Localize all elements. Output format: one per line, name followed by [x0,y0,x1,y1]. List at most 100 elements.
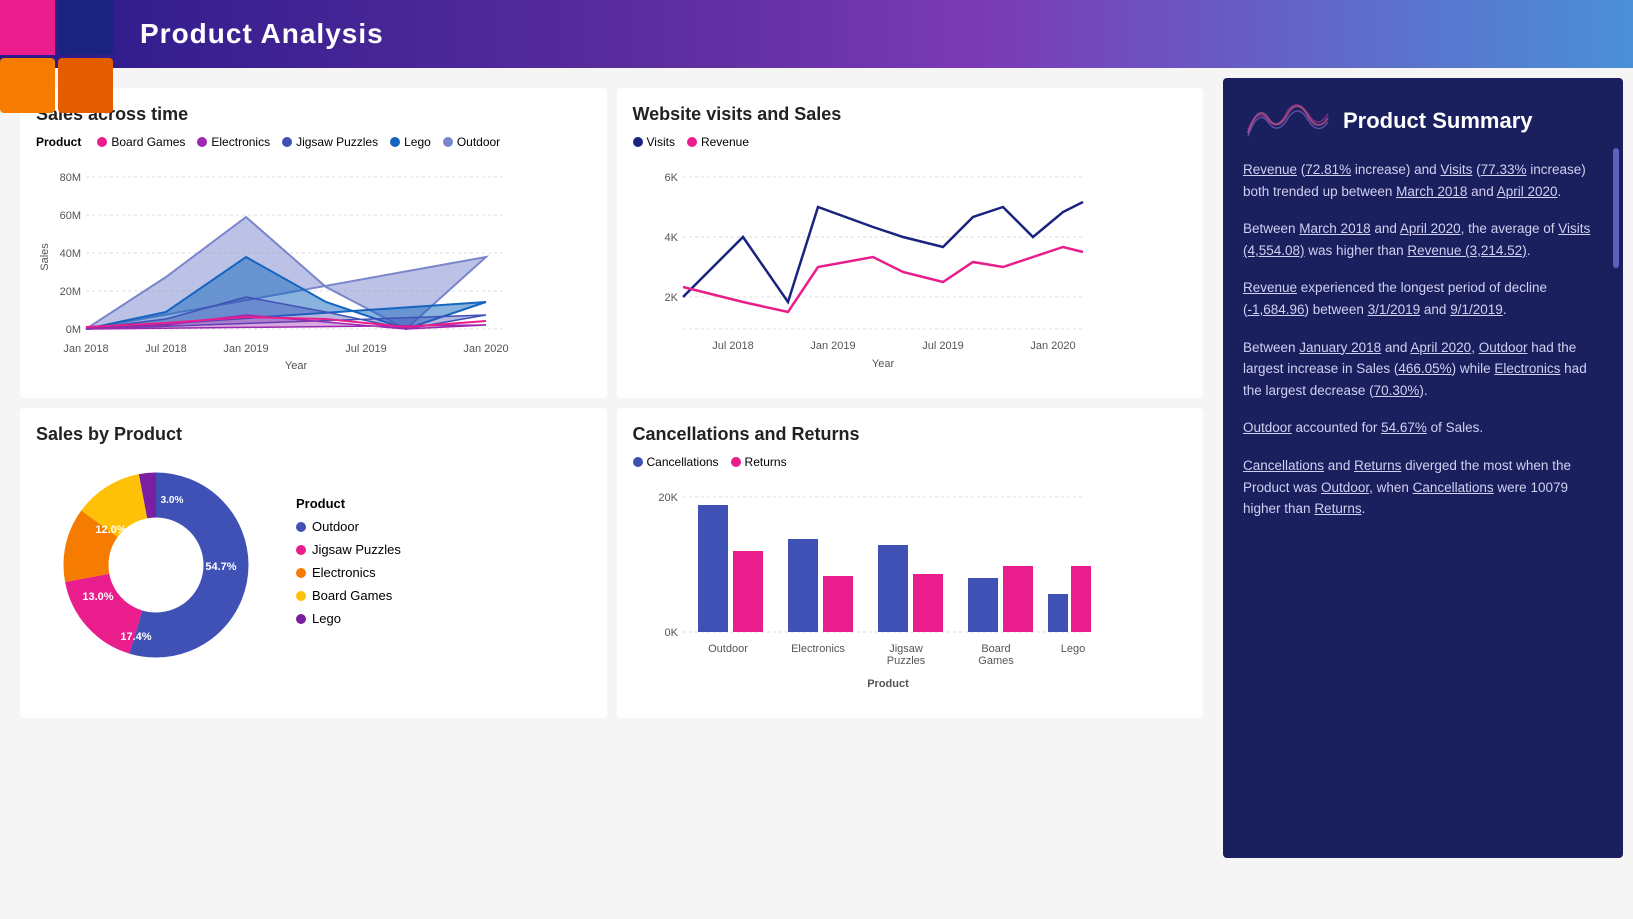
cancellations-text: Cancellations [1243,458,1324,473]
website-visits-title: Website visits and Sales [633,104,1188,125]
lego-label: Lego [404,135,431,149]
svg-text:Jan 2019: Jan 2019 [223,343,268,355]
svg-text:Jigsaw: Jigsaw [889,643,923,655]
svg-text:6K: 6K [664,172,678,184]
summary-header: Product Summary [1243,98,1603,143]
legend-product-label: Product [36,135,81,149]
legend-electronics-donut: Electronics [296,565,401,580]
main-content: Sales across time Product Board Games El… [0,68,1633,858]
svg-text:Product: Product [867,678,909,690]
sales-by-product-title: Sales by Product [36,424,591,445]
logo-orange2 [58,58,113,113]
jigsaw-donut-label: Jigsaw Puzzles [312,542,401,557]
legend-returns: Returns [731,455,787,469]
sales-across-time-section: Sales across time Product Board Games El… [20,88,607,398]
svg-text:Lego: Lego [1060,643,1084,655]
scrollbar-thumb[interactable] [1613,148,1619,268]
sales-legend: Product Board Games Electronics Jigsaw P… [36,135,591,149]
cancellations-legend: Cancellations Returns [633,455,1188,469]
board-games-donut-label: Board Games [312,588,392,603]
product-legend-title: Product [296,496,401,511]
page-title: Product Analysis [140,18,384,50]
lego-returns-bar [1071,566,1091,632]
returns-text2: Returns [1314,501,1361,516]
cancellations-title: Cancellations and Returns [633,424,1188,445]
donut-legend: Product Outdoor Jigsaw Puzzles Electroni… [296,496,401,634]
electronics-donut-dot [296,568,306,578]
diverge-val: 10079 [1530,480,1568,495]
charts-area: Sales across time Product Board Games El… [0,68,1223,858]
date-start: 3/1/2019 [1368,302,1421,317]
jigsaw-returns-bar [913,574,943,632]
lego-cancel-bar [1048,594,1068,632]
board-games-donut-dot [296,591,306,601]
svg-text:Sales: Sales [39,243,51,271]
electronics-cancel-bar [788,539,818,632]
revenue-pct: 72.81% [1305,162,1351,177]
svg-text:13.0%: 13.0% [82,591,113,603]
visits-pct: 77.33% [1481,162,1527,177]
summary-body: Revenue (72.81% increase) and Visits (77… [1243,159,1603,520]
summary-title-bold: Product [1343,108,1426,133]
revenue-decline: Revenue [1243,280,1297,295]
svg-text:Year: Year [871,358,894,370]
jigsaw-label: Jigsaw Puzzles [296,135,378,149]
revenue-dot [687,137,697,147]
donut-area: 54.7% 17.4% 13.0% 12.0% 3.0% Product Out… [36,455,591,675]
outdoor-donut-dot [296,522,306,532]
returns-dot [731,457,741,467]
svg-text:Jan 2020: Jan 2020 [1030,340,1075,352]
logo-pink [0,0,55,55]
legend-lego: Lego [390,135,431,149]
lego-donut-dot [296,614,306,624]
cancellations-text2: Cancellations [1413,480,1494,495]
outdoor-dot [443,137,453,147]
legend-board-games-donut: Board Games [296,588,401,603]
board-games-dot [97,137,107,147]
svg-text:40M: 40M [60,248,81,260]
march-2018: March 2018 [1396,184,1467,199]
legend-jigsaw: Jigsaw Puzzles [282,135,378,149]
legend-cancellations: Cancellations [633,455,719,469]
svg-text:20K: 20K [658,492,678,504]
legend-outdoor: Outdoor [443,135,500,149]
summary-p6: Cancellations and Returns diverged the m… [1243,455,1603,520]
summary-p2: Between March 2018 and April 2020, the a… [1243,218,1603,261]
visits-underline: Visits [1440,162,1472,177]
svg-text:Puzzles: Puzzles [886,655,925,667]
cancellations-label: Cancellations [647,455,719,469]
logo-orange [0,58,55,113]
sales-by-product-section: Sales by Product [20,408,607,718]
donut-chart: 54.7% 17.4% 13.0% 12.0% 3.0% [36,455,276,675]
svg-text:0K: 0K [664,627,678,639]
cancellations-section: Cancellations and Returns Cancellations … [617,408,1204,718]
lego-donut-label: Lego [312,611,341,626]
svg-text:80M: 80M [60,172,81,184]
legend-electronics: Electronics [197,135,270,149]
returns-text: Returns [1354,458,1401,473]
legend-outdoor-donut: Outdoor [296,519,401,534]
svg-text:Jul 2019: Jul 2019 [922,340,964,352]
revenue-label: Revenue [701,135,749,149]
outdoor-increase: Outdoor [1479,340,1528,355]
returns-label: Returns [745,455,787,469]
svg-text:Jan 2019: Jan 2019 [810,340,855,352]
summary-wave-icon [1243,98,1333,143]
svg-text:2K: 2K [664,292,678,304]
legend-revenue: Revenue [687,135,749,149]
april-2020: April 2020 [1497,184,1558,199]
svg-text:3.0%: 3.0% [161,495,184,506]
board-games-label: Board Games [111,135,185,149]
visits-label: Visits [647,135,675,149]
revenue-underline: Revenue [1243,162,1297,177]
electronics-decrease: Electronics [1494,361,1560,376]
svg-text:Electronics: Electronics [791,643,845,655]
summary-panel: Product Summary Revenue (72.81% increase… [1223,78,1623,858]
electronics-returns-bar [823,576,853,632]
website-visits-chart: 6K 4K 2K Jul 2018 Jan 2019 Jul 2019 Jan … [633,157,1093,377]
cancellations-chart: 20K 0K [633,477,1093,697]
outdoor-cancel-bar [698,505,728,632]
svg-text:Jul 2018: Jul 2018 [712,340,754,352]
lego-dot [390,137,400,147]
legend-board-games: Board Games [97,135,185,149]
